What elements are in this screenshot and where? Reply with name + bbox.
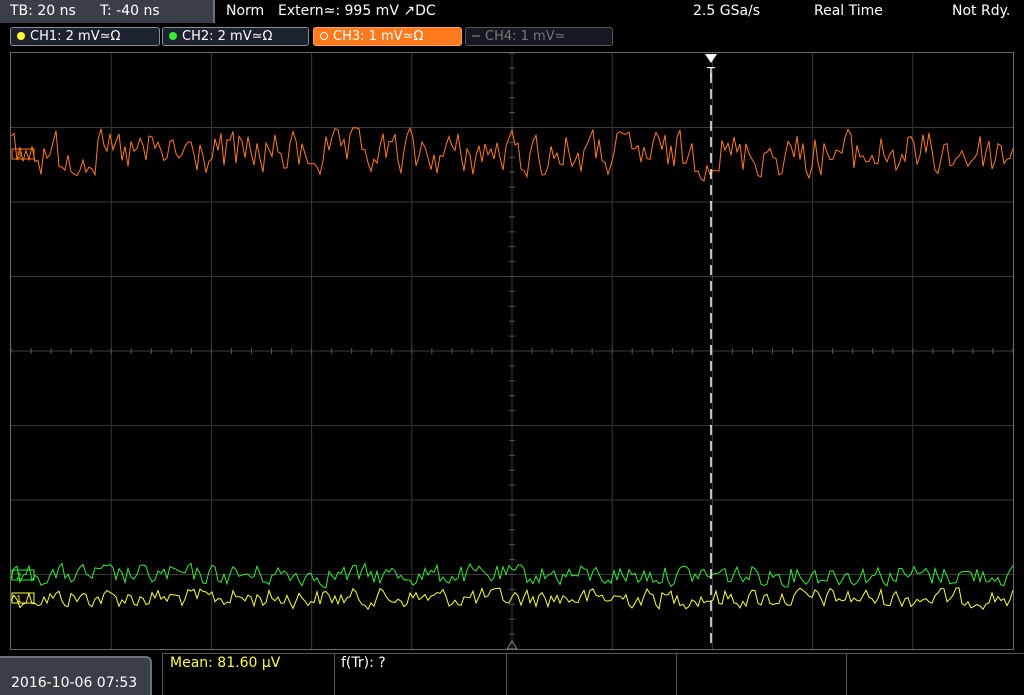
channel-4-indicator-icon <box>472 34 480 37</box>
trigger-source[interactable]: Extern≃: 995 mV ↗DC <box>278 3 436 19</box>
ch3-offset-marker-label: 3 <box>16 151 22 161</box>
status-bar: TB: 20 ns T: -40 ns Norm Extern≃: 995 mV… <box>0 0 1024 24</box>
channel-1-tab[interactable]: CH1: 2 mV≃Ω <box>10 27 160 46</box>
measurement-mean: Mean: 81.60 µV <box>170 655 281 671</box>
channel-1-label: CH1: 2 mV≃Ω <box>30 29 121 44</box>
channel-1-indicator-icon <box>17 31 25 40</box>
ch2-offset-marker-label: 2 <box>16 572 22 582</box>
channel-2-tab[interactable]: CH2: 2 mV≃Ω <box>162 27 309 46</box>
measurement-mean-cell[interactable]: Mean: 81.60 µV <box>162 653 334 695</box>
timebase-value: TB: 20 ns <box>10 3 76 19</box>
waveform-display[interactable]: T 3 2 1 <box>10 52 1014 650</box>
measurement-frequency-cell[interactable]: f(Tr): ? <box>334 653 506 695</box>
channel-4-tab[interactable]: CH4: 1 mV≃ <box>465 27 613 46</box>
trigger-mode[interactable]: Norm <box>226 3 264 19</box>
waveform-grid: T 3 2 1 <box>11 53 1013 649</box>
measurement-cell-5[interactable] <box>846 653 1024 695</box>
trigger-position-value: T: -40 ns <box>100 3 160 19</box>
acquisition-mode[interactable]: Real Time <box>814 3 883 19</box>
measurement-cell-4[interactable] <box>676 653 846 695</box>
ch1-offset-marker-label: 1 <box>16 595 22 605</box>
channel-3-indicator-icon <box>320 31 328 40</box>
channel-3-label: CH3: 1 mV≃Ω <box>333 29 424 44</box>
datetime: 2016-10-06 07:53 <box>11 675 138 691</box>
measurement-frequency: f(Tr): ? <box>341 655 386 671</box>
channel-4-label: CH4: 1 mV≃ <box>485 29 566 44</box>
channel-3-tab[interactable]: CH3: 1 mV≃Ω <box>313 27 462 46</box>
trigger-marker-label: T <box>706 66 715 81</box>
trigger-marker-icon <box>705 54 717 63</box>
datetime-panel: 2016-10-06 07:53 <box>0 656 152 695</box>
channel-2-indicator-icon <box>169 31 177 40</box>
measurement-cell-3[interactable] <box>506 653 676 695</box>
grid-lines <box>11 53 1013 649</box>
trigger-status: Not Rdy. <box>952 3 1011 19</box>
sample-rate: 2.5 GSa/s <box>693 3 761 19</box>
channel-2-label: CH2: 2 mV≃Ω <box>182 29 273 44</box>
timebase-panel[interactable]: TB: 20 ns T: -40 ns <box>0 0 215 23</box>
